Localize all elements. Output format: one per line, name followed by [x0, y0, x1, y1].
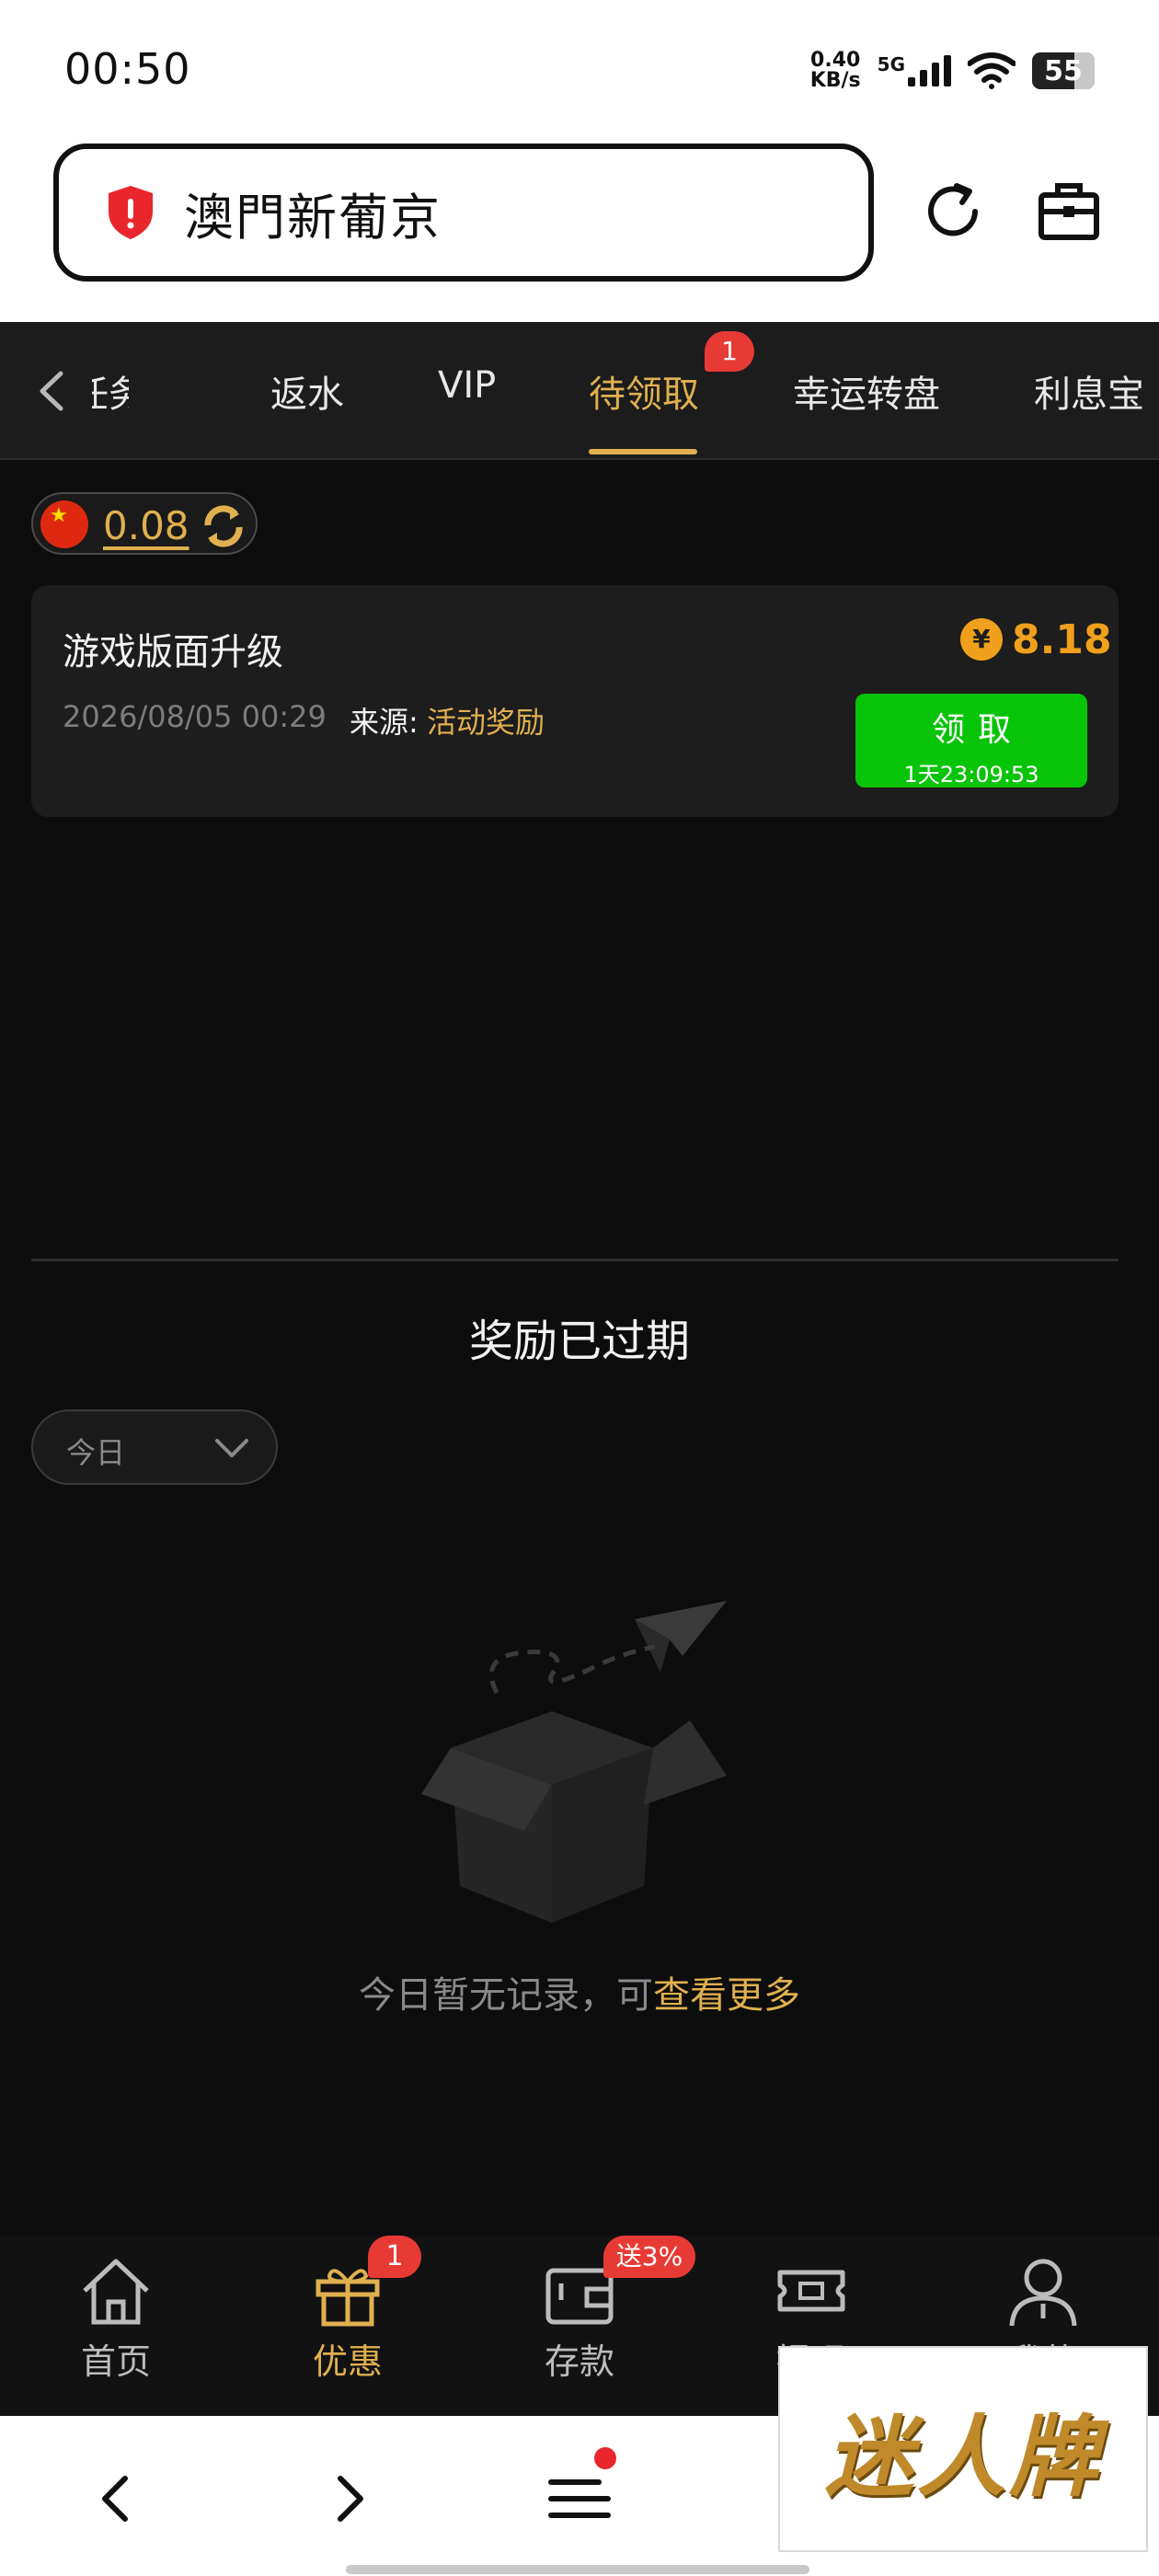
back-arrow-icon [102, 2476, 128, 2522]
expired-section-title: 奖励已过期 [468, 1316, 690, 1367]
deposit-bonus-badge: 送3% [603, 2236, 695, 2278]
nav-promotions-label: 优惠 [312, 2341, 383, 2382]
reward-card: 游戏版面升级 2026/08/05 00:29 来源: 活动奖励 ¥ 8.18 … [31, 585, 1119, 817]
wifi-icon [968, 52, 1016, 89]
category-tabs: 任务 返水 VIP 待领取 1 幸运转盘 利息宝 [0, 322, 1159, 460]
active-tab-indicator [589, 449, 697, 454]
site-title: 澳門新葡京 [184, 188, 442, 247]
tab-lucky-wheel[interactable]: 幸运转盘 [793, 364, 940, 418]
refresh-balance-icon[interactable] [201, 503, 247, 549]
nav-home[interactable]: 首页 [42, 2254, 189, 2384]
empty-state-text: 今日暂无记录，可查看更多 [359, 1974, 800, 2017]
tab-vip[interactable]: VIP [438, 364, 496, 407]
reward-datetime: 2026/08/05 00:29 [63, 699, 327, 734]
tab-interest[interactable]: 利息宝 [1034, 364, 1144, 418]
forward-arrow-icon [338, 2476, 363, 2522]
reward-amount: 8.18 [1012, 616, 1112, 663]
claim-label: 领取 [931, 711, 1024, 749]
status-time: 00:50 [64, 44, 191, 94]
nav-home-label: 首页 [80, 2341, 151, 2382]
status-bar: 00:50 0.40 KB/s 5G 55 [0, 0, 1159, 138]
reward-source: 活动奖励 [427, 705, 545, 740]
claim-button[interactable]: 领取 1天23:09:53 [855, 694, 1087, 788]
forward-button[interactable] [313, 2462, 386, 2536]
balance-amount[interactable]: 0.08 [103, 503, 189, 548]
menu-button[interactable] [543, 2462, 616, 2536]
address-bar[interactable]: 澳門新葡京 [53, 144, 874, 282]
battery-icon: 55 [1032, 52, 1095, 89]
date-filter-value: 今日 [66, 1435, 126, 1470]
reward-title: 游戏版面升级 [63, 631, 283, 673]
browser-toolbar: 澳門新葡京 [0, 138, 1159, 322]
watermark-text: 迷人牌 [825, 2404, 1101, 2509]
claim-countdown: 1天23:09:53 [903, 762, 1039, 788]
empty-box-illustration [421, 1601, 727, 1923]
user-icon [1009, 2259, 1077, 2327]
promotions-badge: 1 [368, 2236, 421, 2278]
menu-notification-dot [594, 2447, 616, 2469]
reload-button[interactable] [916, 175, 990, 248]
tabs-scroll-left-icon[interactable] [28, 359, 74, 423]
home-indicator [346, 2565, 809, 2574]
cell-signal: 5G [878, 55, 951, 86]
network-type: 5G [877, 53, 905, 75]
yuan-coin-icon: ¥ [960, 618, 1003, 661]
signal-bars-icon [908, 55, 951, 86]
reward-source-label: 来源: [350, 705, 419, 740]
home-icon [83, 2259, 149, 2325]
net-speed: 0.40 KB/s [809, 49, 861, 92]
tab-rebate[interactable]: 返水 [270, 364, 344, 418]
watermark-logo: 迷人牌 [778, 2346, 1148, 2552]
date-filter-select[interactable]: 今日 [31, 1409, 278, 1485]
toolbox-button[interactable] [1032, 175, 1106, 248]
nav-deposit-label: 存款 [544, 2341, 614, 2382]
china-flag-icon: ★ [40, 500, 88, 548]
balance-pill: ★ 0.08 [31, 492, 258, 555]
section-divider [31, 1259, 1119, 1261]
back-button[interactable] [79, 2462, 153, 2536]
tab-pending-claim[interactable]: 待领取 [589, 364, 699, 418]
chevron-down-icon [215, 1439, 248, 1457]
security-warning-icon [109, 186, 153, 239]
pending-claim-badge: 1 [705, 331, 754, 372]
toolbox-icon [1039, 183, 1099, 240]
view-more-link[interactable]: 查看更多 [653, 1974, 800, 2017]
menu-icon [548, 2479, 611, 2518]
status-indicators: 0.40 KB/s 5G 55 [810, 46, 1095, 96]
reload-icon [928, 183, 978, 236]
withdraw-icon [777, 2270, 845, 2312]
tab-task[interactable]: 任务 [92, 364, 129, 418]
